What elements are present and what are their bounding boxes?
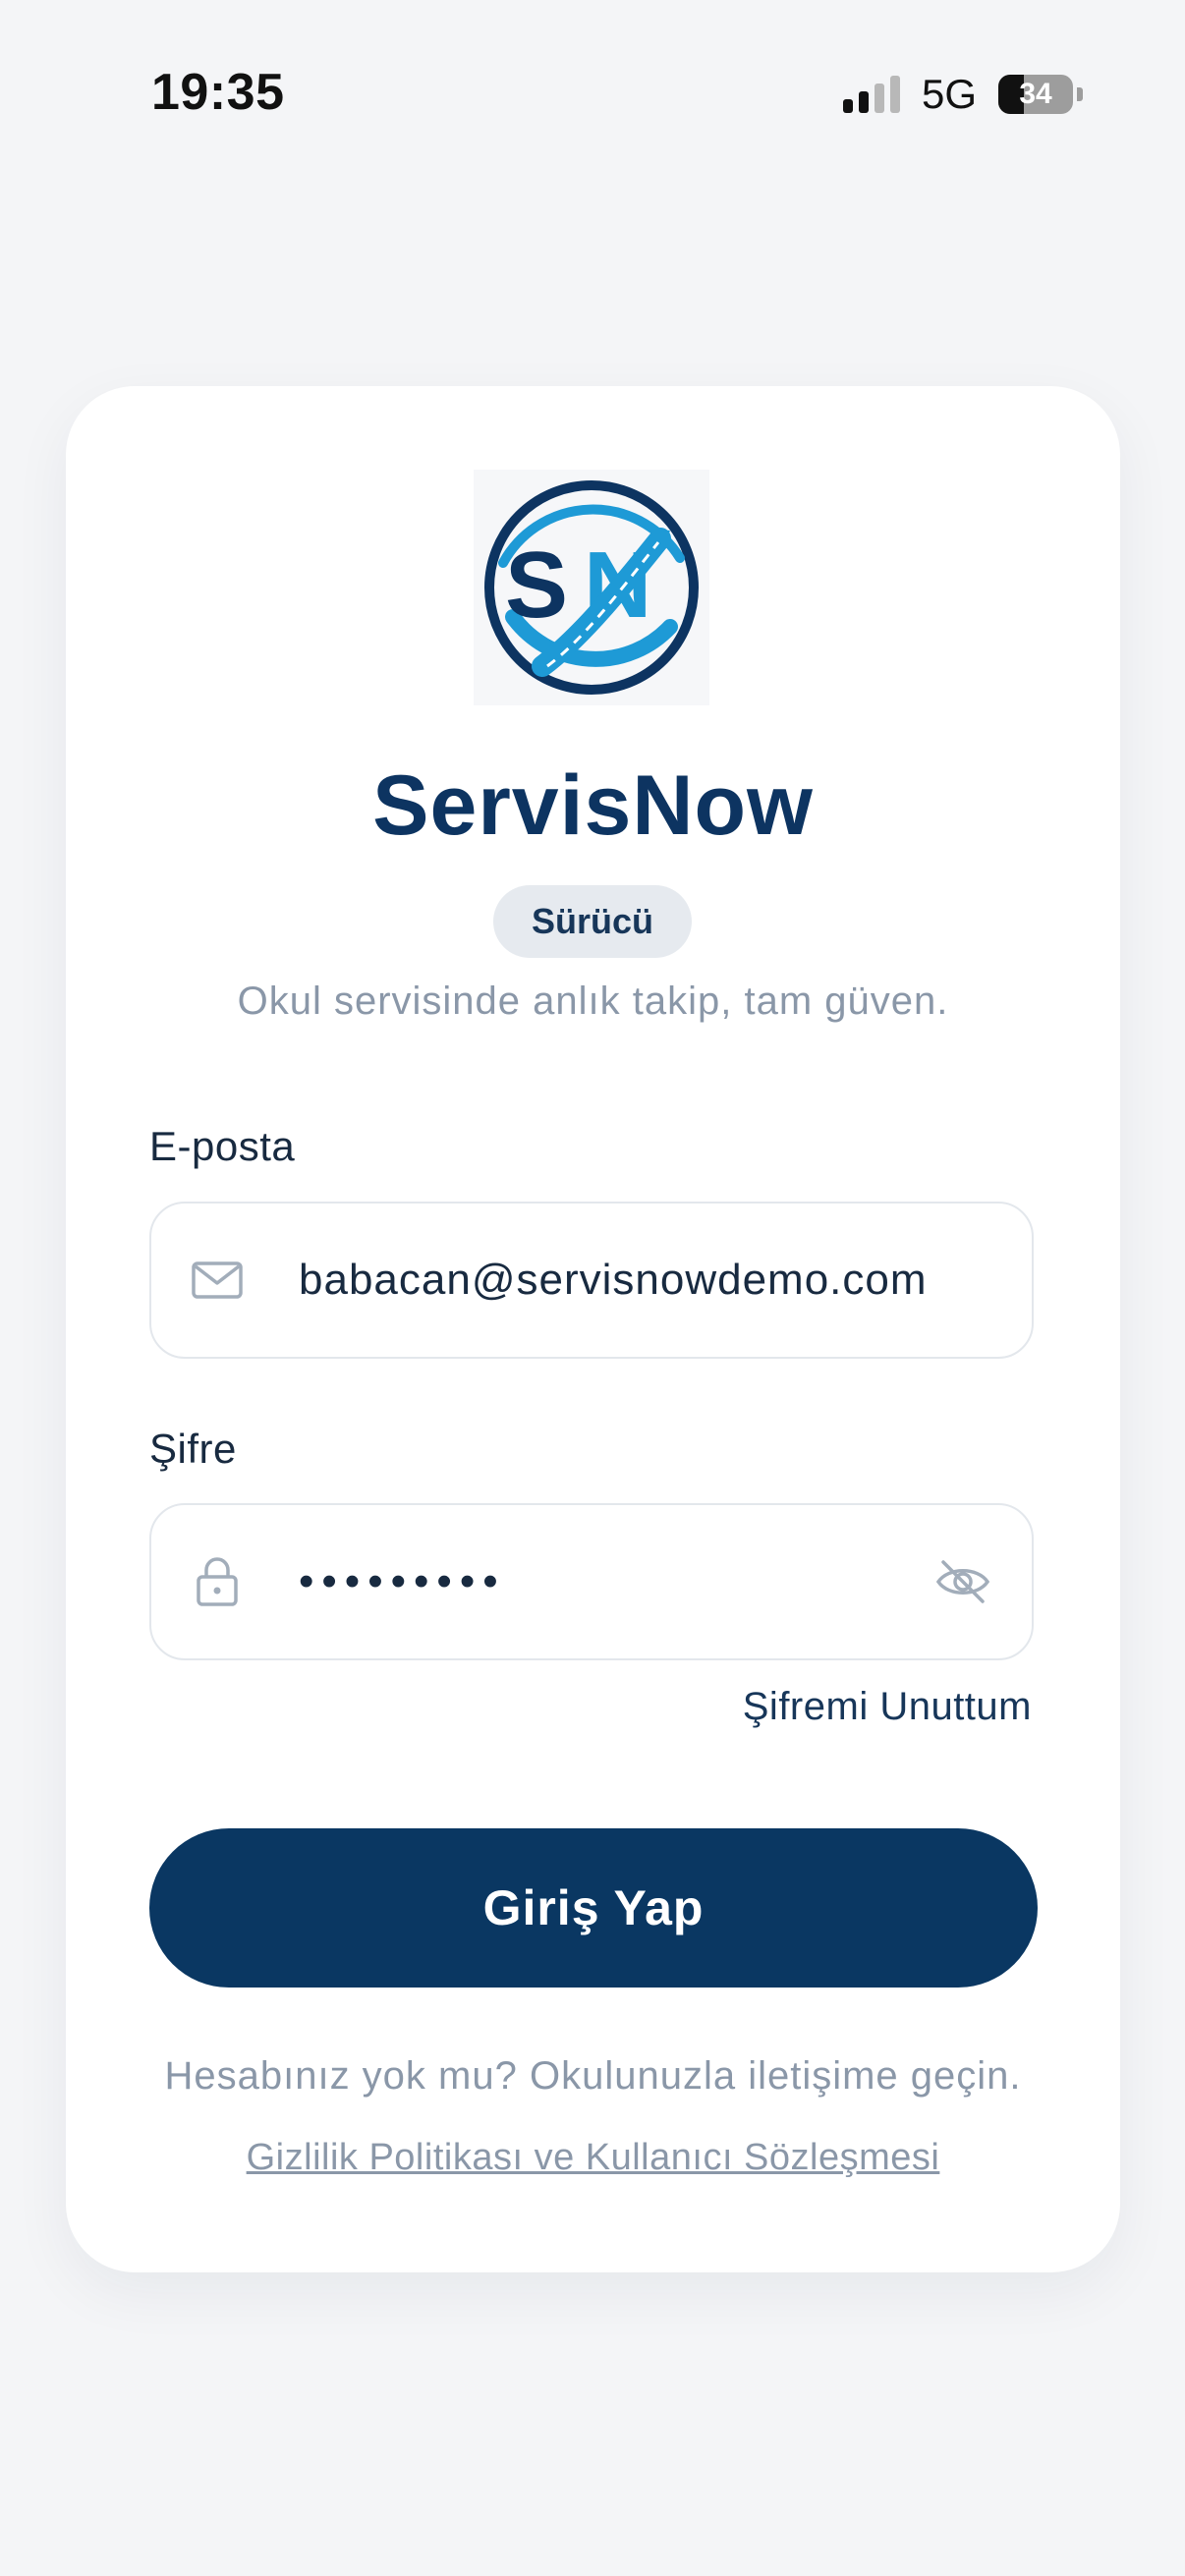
status-indicators: 5G 34 [842,71,1083,118]
eye-off-icon[interactable] [933,1552,992,1611]
battery-tip [1077,87,1083,101]
no-account-text: Hesabınız yok mu? Okulunuzla iletişime g… [164,2054,1022,2098]
tagline: Okul servisinde anlık takip, tam güven. [237,980,949,1023]
battery-icon: 34 [998,75,1073,114]
role-badge: Sürücü [493,885,692,958]
battery-level: 34 [1019,78,1052,110]
app-title: ServisNow [372,758,814,853]
login-card: S N ServisNow Sürücü Okul servisinde anl… [66,386,1120,2272]
signal-icon [842,76,900,113]
login-button[interactable]: Giriş Yap [149,1828,1038,1988]
lock-icon [191,1555,244,1608]
status-bar: 19:35 5G 34 [0,0,1185,196]
svg-text:S: S [505,532,568,638]
email-value[interactable]: babacan@servisnowdemo.com [299,1256,973,1305]
privacy-policy-link[interactable]: Gizlilik Politikası ve Kullanıcı Sözleşm… [66,2137,1120,2179]
email-label: E-posta [149,1123,296,1169]
password-label: Şifre [149,1426,237,1472]
password-value[interactable]: ••••••••• [299,1557,875,1606]
password-field[interactable]: ••••••••• [149,1503,1034,1660]
email-field[interactable]: babacan@servisnowdemo.com [149,1202,1034,1359]
status-time: 19:35 [151,64,285,121]
network-type: 5G [921,71,977,117]
mail-icon [191,1254,244,1307]
forgot-password-link[interactable]: Şifremi Unuttum [743,1685,1032,1729]
servisnow-logo-icon: S N [474,470,709,705]
